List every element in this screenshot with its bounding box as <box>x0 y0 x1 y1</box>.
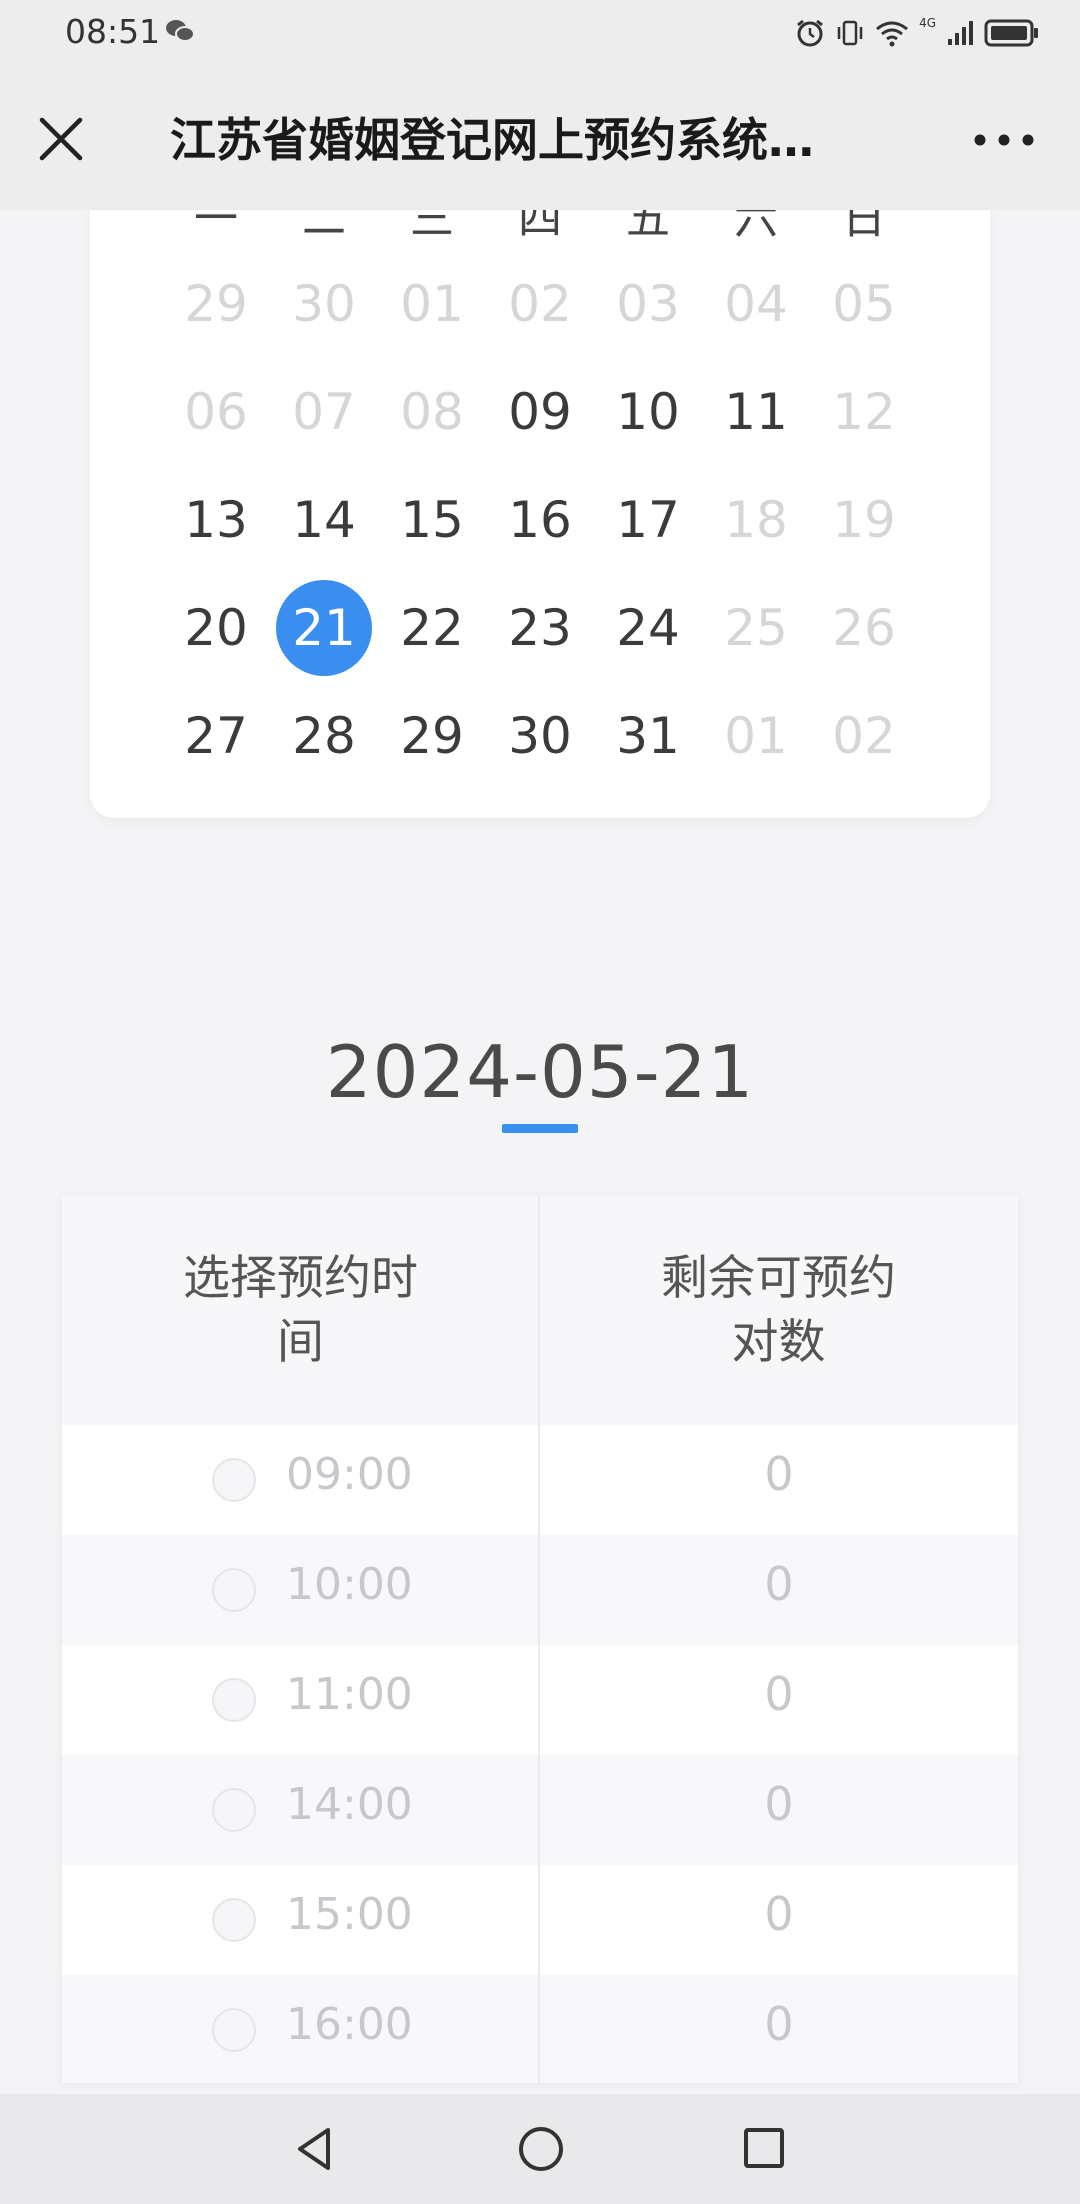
slot-remaining-count: 0 <box>764 1667 794 1721</box>
calendar-day[interactable]: 24 <box>600 580 696 676</box>
calendar-day: 08 <box>400 383 464 441</box>
title-bar: 江苏省婚姻登记网上预约系统… <box>0 68 1080 210</box>
calendar-day[interactable]: 30 <box>492 688 588 784</box>
calendar-day: 26 <box>832 599 896 657</box>
weekday-label: 四 <box>518 210 562 244</box>
table-row: 14:00 0 <box>62 1755 1018 1865</box>
slot-remaining-count: 0 <box>764 1887 794 1941</box>
slot-time: 10:00 <box>286 1559 413 1610</box>
home-circle-icon[interactable] <box>516 2124 566 2174</box>
calendar-day: 19 <box>832 491 896 549</box>
calendar-day[interactable]: 14 <box>276 472 372 568</box>
time-slot-table: 选择预约时 间 剩余可预约 对数 09:00 0 10:00 0 11:00 0 14:00… <box>62 1195 1018 2083</box>
column-divider <box>538 1195 540 2083</box>
calendar-day-selected[interactable]: 21 <box>276 580 372 676</box>
more-icon[interactable] <box>968 126 1040 154</box>
calendar-day[interactable]: 20 <box>168 580 264 676</box>
calendar-day: 02 <box>508 275 572 333</box>
alarm-icon <box>797 19 823 47</box>
calendar-day[interactable]: 29 <box>384 688 480 784</box>
time-slot-radio[interactable] <box>212 1788 256 1832</box>
selected-date: 2024-05-21 <box>325 1030 755 1114</box>
calendar-card: 一二三四五六日 29 30 01 02 03 04 05 06 07 08 09 10 11 12 13 14… <box>90 210 990 818</box>
header-count-line2: 对数 <box>731 1315 826 1370</box>
table-row: 11:00 0 <box>62 1645 1018 1755</box>
calendar-day[interactable]: 23 <box>492 580 588 676</box>
slot-remaining-count: 0 <box>764 1777 794 1831</box>
calendar-day[interactable]: 17 <box>600 472 696 568</box>
weekday-label: 二 <box>302 210 346 244</box>
weekday-label: 日 <box>842 210 886 244</box>
calendar-day[interactable]: 22 <box>384 580 480 676</box>
slot-time: 14:00 <box>286 1779 413 1830</box>
time-slot-radio[interactable] <box>212 1678 256 1722</box>
page-title: 江苏省婚姻登记网上预约系统… <box>170 113 814 167</box>
slot-remaining-count: 0 <box>764 1447 794 1501</box>
weekday-label: 五 <box>626 210 670 244</box>
table-row: 09:00 0 <box>62 1425 1018 1535</box>
slot-time: 16:00 <box>286 1999 413 2050</box>
date-underline <box>502 1124 578 1133</box>
calendar-day: 12 <box>832 383 896 441</box>
slot-remaining-count: 0 <box>764 1997 794 2051</box>
table-row: 15:00 0 <box>62 1865 1018 1975</box>
recent-square-icon[interactable] <box>742 2126 786 2170</box>
time-slot-radio[interactable] <box>212 1568 256 1612</box>
calendar-day: 30 <box>292 275 356 333</box>
weekday-label: 一 <box>194 210 238 244</box>
time-slot-radio[interactable] <box>212 1458 256 1502</box>
calendar-day[interactable]: 16 <box>492 472 588 568</box>
weekday-header: 一二三四五六日 <box>90 210 990 244</box>
calendar-day[interactable]: 31 <box>600 688 696 784</box>
status-time: 08:51 <box>65 12 161 51</box>
calendar-day: 01 <box>400 275 464 333</box>
calendar-day[interactable]: 10 <box>600 364 696 460</box>
calendar-day[interactable]: 13 <box>168 472 264 568</box>
calendar-day[interactable]: 27 <box>168 688 264 784</box>
header-count: 剩余可预约 对数 <box>540 1247 1017 1375</box>
calendar-day: 25 <box>724 599 788 657</box>
back-triangle-icon[interactable] <box>290 2124 338 2174</box>
calendar-day[interactable]: 09 <box>492 364 588 460</box>
calendar-day[interactable]: 15 <box>384 472 480 568</box>
calendar-day: 02 <box>832 707 896 765</box>
weekday-label: 三 <box>410 210 454 244</box>
calendar-day[interactable]: 28 <box>276 688 372 784</box>
status-icons: 4G <box>795 14 1040 52</box>
header-time: 选择预约时 间 <box>62 1247 539 1375</box>
header-time-line2: 间 <box>277 1315 324 1370</box>
status-bar: 08:51 4G <box>0 0 1080 68</box>
battery-icon <box>984 19 1038 47</box>
table-row: 16:00 0 <box>62 1975 1018 2083</box>
calendar-day: 04 <box>724 275 788 333</box>
navigation-bar <box>0 2094 1080 2204</box>
calendar-day: 01 <box>724 707 788 765</box>
vibrate-icon <box>837 20 863 46</box>
signal-icon <box>948 21 973 45</box>
calendar-day: 29 <box>184 275 248 333</box>
table-header: 选择预约时 间 剩余可预约 对数 <box>62 1195 1018 1425</box>
slot-time: 09:00 <box>286 1449 413 1500</box>
calendar-day: 07 <box>292 383 356 441</box>
calendar-day: 18 <box>724 491 788 549</box>
calendar-day: 03 <box>616 275 680 333</box>
wechat-icon <box>166 20 195 42</box>
network-label: 4G <box>919 16 936 30</box>
table-row: 10:00 0 <box>62 1535 1018 1645</box>
time-slot-radio[interactable] <box>212 1898 256 1942</box>
weekday-label: 六 <box>734 210 778 244</box>
header-time-line1: 选择预约时 <box>183 1251 418 1306</box>
close-icon[interactable] <box>34 112 88 166</box>
header-count-line1: 剩余可预约 <box>661 1251 896 1306</box>
calendar-day: 05 <box>832 275 896 333</box>
calendar-day: 06 <box>184 383 248 441</box>
slot-time: 11:00 <box>286 1669 413 1720</box>
wifi-icon <box>876 21 908 47</box>
calendar-day[interactable]: 11 <box>708 364 804 460</box>
time-slot-radio[interactable] <box>212 2008 256 2052</box>
slot-remaining-count: 0 <box>764 1557 794 1611</box>
slot-time: 15:00 <box>286 1889 413 1940</box>
